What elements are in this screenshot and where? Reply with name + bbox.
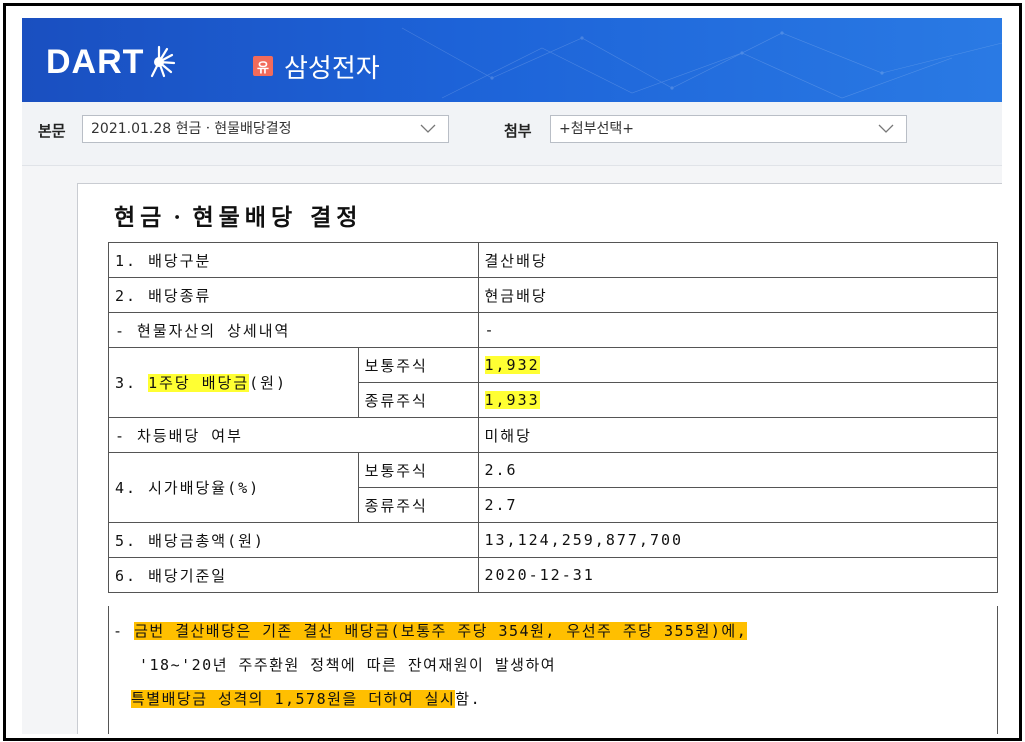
row-value: 결산배당	[477, 242, 998, 278]
row-value: 2020-12-31	[477, 557, 998, 593]
row-value: 13,124,259,877,700	[477, 522, 998, 558]
remarks-dash: -	[113, 622, 135, 640]
sub-label: 보통주식	[357, 452, 479, 488]
remarks-tail: 함.	[455, 690, 482, 708]
dividend-table: 1. 배당구분 결산배당 2. 배당종류 현금배당 - 현물자산의 상세내역 -…	[108, 242, 998, 593]
remarks-line: 특별배당금 성격의 1,578원을 더하여 실시함.	[131, 688, 481, 709]
document-page: 현금ㆍ현물배당 결정 1. 배당구분 결산배당 2. 배당종류 현금배당 - 현…	[77, 183, 1002, 734]
attachment-select-value: +첨부선택+	[559, 121, 634, 137]
highlighted-value: 1,932	[484, 356, 540, 374]
dart-logo[interactable]: DART	[46, 42, 176, 82]
row-label-dividend-per-share: 3. 1주당 배당금(원)	[108, 347, 359, 418]
document-title: 현금ㆍ현물배당 결정	[114, 205, 363, 231]
row-label: 6. 배당기준일	[108, 557, 479, 593]
row-label-prefix: 3.	[115, 374, 149, 392]
remarks-line: '18~'20년 주주환원 정책에 따른 잔여재원이 발생하여	[139, 656, 557, 674]
highlighted-value: 1,933	[484, 391, 540, 409]
highlighted-text: 1주당 배당금	[148, 374, 250, 392]
row-label: - 현물자산의 상세내역	[108, 312, 479, 348]
table-row: 6. 배당기준일 2020-12-31	[108, 557, 998, 593]
row-value: 2.7	[477, 487, 998, 523]
sub-label: 보통주식	[357, 347, 479, 383]
table-row: 2. 배당종류 현금배당	[108, 277, 998, 313]
row-label: 4. 시가배당율(%)	[108, 452, 359, 523]
row-label: - 차등배당 여부	[108, 417, 479, 453]
browser-viewport: DART 유 삼성전자 본문 2021.01.28 현금ㆍ현물배당결정 첨부 +…	[22, 18, 1002, 734]
table-row: 1. 배당구분 결산배당	[108, 242, 998, 278]
company-name: 삼성전자	[284, 54, 380, 84]
row-label: 5. 배당금총액(원)	[108, 522, 479, 558]
table-row: - 현물자산의 상세내역 -	[108, 312, 998, 348]
row-label: 1. 배당구분	[108, 242, 479, 278]
sub-label: 종류주식	[357, 487, 479, 523]
highlighted-text: 특별배당금 성격의 1,578원을 더하여 실시	[131, 690, 456, 708]
screenshot-frame: DART 유 삼성전자 본문 2021.01.28 현금ㆍ현물배당결정 첨부 +…	[3, 3, 1022, 741]
logo-text: DART	[46, 42, 145, 81]
remarks-section: - 금번 결산배당은 기존 결산 배당금(보통주 주당 354원, 우선주 주당…	[108, 606, 998, 734]
chevron-down-icon	[420, 124, 436, 133]
remarks-line: - 금번 결산배당은 기존 결산 배당금(보통주 주당 354원, 우선주 주당…	[113, 620, 748, 641]
sub-label: 종류주식	[357, 382, 479, 418]
chevron-down-icon	[878, 124, 894, 133]
sunburst-icon	[151, 45, 176, 78]
table-row: 3. 1주당 배당금(원) 보통주식 1,932	[108, 347, 998, 418]
header-bar: DART 유 삼성전자	[22, 18, 1002, 102]
main-doc-select-value: 2021.01.28 현금ㆍ현물배당결정	[91, 121, 292, 137]
listing-badge: 유	[253, 56, 273, 76]
document-selector-bar: 본문 2021.01.28 현금ㆍ현물배당결정 첨부 +첨부선택+	[22, 102, 1002, 166]
row-value: -	[477, 312, 998, 348]
table-row: 4. 시가배당율(%) 보통주식 2.6	[108, 452, 998, 523]
row-value: 2.6	[477, 452, 998, 488]
table-row: - 차등배당 여부 미해당	[108, 417, 998, 453]
table-row: 5. 배당금총액(원) 13,124,259,877,700	[108, 522, 998, 558]
row-label-suffix: (원)	[249, 374, 288, 392]
main-doc-select[interactable]: 2021.01.28 현금ㆍ현물배당결정	[82, 115, 449, 143]
row-value: 현금배당	[477, 277, 998, 313]
highlighted-text: 금번 결산배당은 기존 결산 배당금(보통주 주당 354원, 우선주 주당 3…	[134, 622, 748, 640]
attachment-label: 첨부	[504, 122, 532, 140]
row-value: 미해당	[477, 417, 998, 453]
main-doc-label: 본문	[38, 122, 66, 140]
attachment-select[interactable]: +첨부선택+	[550, 115, 907, 143]
row-label: 2. 배당종류	[108, 277, 479, 313]
